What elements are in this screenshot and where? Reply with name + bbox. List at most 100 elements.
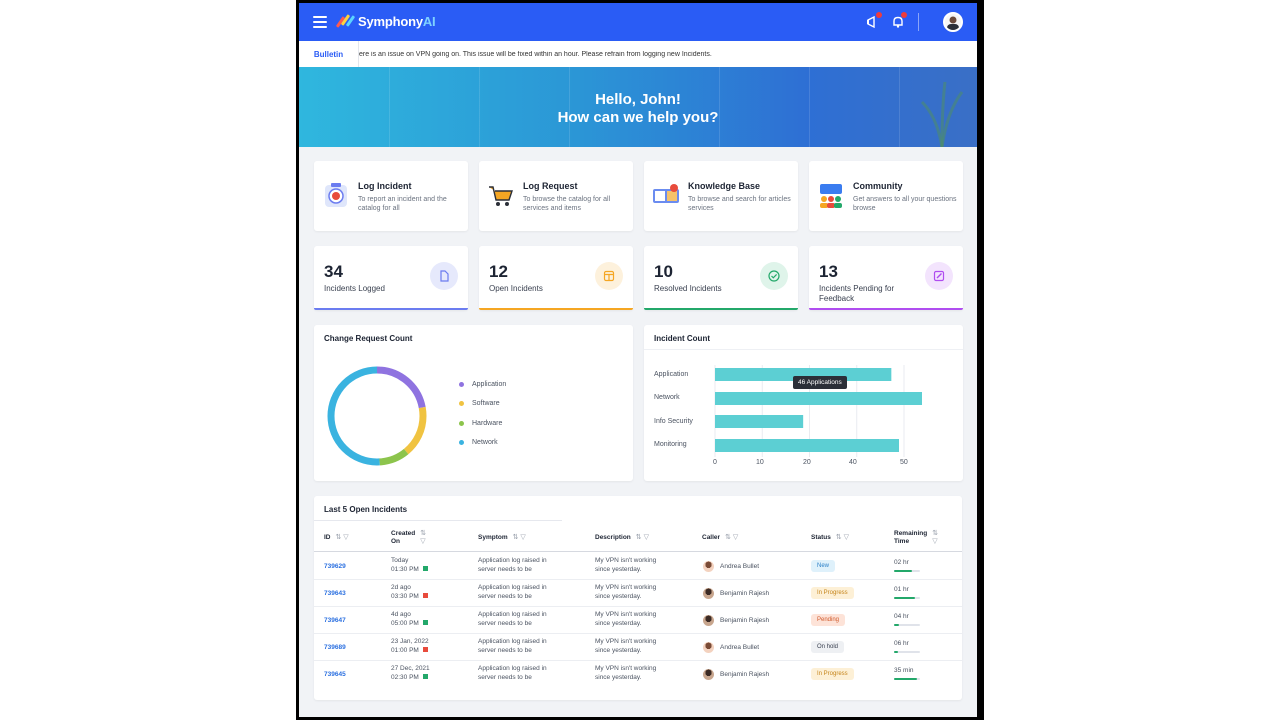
bar-network[interactable]: [715, 392, 922, 405]
symptom-text: Application log raised in server needs t…: [478, 584, 547, 600]
remaining-time: 02 hr: [894, 559, 909, 566]
caller-avatar: [703, 642, 714, 653]
caller-name: Benjamin Rajesh: [720, 671, 770, 678]
document-icon: [430, 262, 458, 290]
stat-open-incidents[interactable]: 12 Open Incidents: [479, 246, 633, 310]
stat-incidents-logged[interactable]: 34 Incidents Logged: [314, 246, 468, 310]
community-card[interactable]: Community Get answers to all your questi…: [809, 161, 963, 231]
qa-desc: To report an incident and the catalog fo…: [358, 196, 447, 212]
donut-chart: [327, 366, 427, 466]
bar-chart: [714, 365, 922, 457]
bar-info-security[interactable]: [715, 415, 804, 428]
incident-id-link[interactable]: 739629: [324, 563, 346, 572]
log-incident-card[interactable]: Log Incident To report an incident and t…: [314, 161, 468, 231]
bar-category-label: Monitoring: [654, 441, 687, 448]
qa-title: Log Request: [523, 181, 578, 191]
symptom-text: Application log raised in server needs t…: [478, 665, 547, 681]
incident-id-link[interactable]: 739645: [324, 671, 346, 680]
legend-software[interactable]: Software: [459, 400, 500, 407]
bell-icon[interactable]: [891, 12, 907, 29]
col-header-created[interactable]: Created On ⇅ ▽: [391, 530, 427, 546]
description-text: My VPN isn't working since yesterday.: [595, 584, 657, 600]
incident-id-link[interactable]: 739643: [324, 590, 346, 599]
col-header-remaining[interactable]: Remaining Time ⇅ ▽: [894, 530, 938, 546]
stat-value: 10: [654, 262, 673, 281]
qa-desc: To browse the catalog for all services a…: [523, 196, 611, 212]
megaphone-icon[interactable]: [866, 12, 882, 29]
created-on: 2d ago 03:30 PM: [391, 584, 428, 601]
stat-underline: [644, 308, 798, 310]
table-row[interactable]: 739629 Today 01:30 PM Application log raise…: [314, 553, 962, 580]
col-header-id[interactable]: ID ⇅ ▽: [324, 534, 349, 542]
qa-desc: To browse and search for articles servic…: [688, 196, 791, 212]
change-request-panel: Change Request Count Application Softwar…: [314, 325, 633, 481]
stat-pending-feedback[interactable]: 13 Incidents Pending for Feedback: [809, 246, 963, 310]
knowledge-icon: [653, 184, 679, 203]
notification-badge: [876, 12, 882, 18]
remaining-progress: [894, 678, 920, 680]
legend-network[interactable]: Network: [459, 439, 498, 446]
col-header-status[interactable]: Status ⇅ ▽: [811, 534, 849, 542]
open-incidents-table: Last 5 Open Incidents ID ⇅ ▽ Created On ⇅ …: [314, 496, 962, 700]
sort-filter-icon: ⇅ ▽: [335, 534, 349, 541]
symptom-text: Application log raised in server needs t…: [478, 638, 547, 654]
portal-app: SymphonyAI Bulletin ere is an issue on V…: [299, 3, 977, 717]
table-row[interactable]: 739647 4d ago 05:00 PM Application log rais…: [314, 607, 962, 634]
remaining-progress: [894, 597, 920, 599]
log-request-card[interactable]: Log Request To browse the catalog for al…: [479, 161, 633, 231]
x-tick: 40: [849, 459, 857, 466]
col-header-description[interactable]: Description ⇅ ▽: [595, 534, 649, 542]
caller-name: Andrea Bullet: [720, 644, 760, 651]
qa-desc: Get answers to all your questions browse: [853, 196, 957, 212]
bar-monitoring[interactable]: [715, 439, 899, 452]
incident-id-link[interactable]: 739647: [324, 617, 346, 626]
sort-filter-icon: ⇅ ▽: [512, 534, 526, 541]
bar-category-label: Network: [654, 394, 680, 401]
remaining-progress: [894, 570, 920, 572]
table-row[interactable]: 739643 2d ago 03:30 PM Application log rais…: [314, 580, 962, 607]
bulletin-text: ere is an issue on VPN going on. This is…: [359, 50, 712, 58]
flag-icon: [422, 647, 428, 653]
remaining-progress: [894, 624, 920, 626]
status-badge: In Progress: [811, 668, 854, 680]
cart-icon: [489, 186, 513, 206]
flag-icon: [422, 566, 428, 572]
col-header-caller[interactable]: Caller ⇅ ▽: [702, 534, 738, 542]
qa-title: Log Incident: [358, 181, 412, 191]
incident-id-link[interactable]: 739689: [324, 644, 346, 653]
stat-underline: [809, 308, 963, 310]
bar-tooltip: 46 Applications: [793, 376, 847, 389]
stat-resolved-incidents[interactable]: 10 Resolved Incidents: [644, 246, 798, 310]
symptom-text: Application log raised in server needs t…: [478, 611, 547, 627]
hero-banner: Hello, John! How can we help you?: [299, 67, 977, 147]
x-tick: 10: [756, 459, 764, 466]
table-row[interactable]: 739645 27 Dec, 2021 02:30 PM Application lo…: [314, 661, 962, 688]
bulletin-bar: Bulletin ere is an issue on VPN going on…: [299, 41, 977, 67]
col-header-symptom[interactable]: Symptom ⇅ ▽: [478, 534, 526, 542]
caller-avatar: [703, 615, 714, 626]
created-on: Today 01:30 PM: [391, 557, 428, 574]
description-text: My VPN isn't working since yesterday.: [595, 611, 657, 627]
status-badge: On hold: [811, 641, 845, 653]
sort-filter-icon: ⇅ ▽: [932, 530, 939, 545]
qa-title: Knowledge Base: [688, 181, 761, 191]
knowledge-base-card[interactable]: Knowledge Base To browse and search for …: [644, 161, 798, 231]
table-row[interactable]: 739689 23 Jan, 2022 01:00 PM Application lo…: [314, 634, 962, 661]
legend-hardware[interactable]: Hardware: [459, 420, 502, 427]
user-avatar[interactable]: [943, 12, 963, 32]
stat-underline: [314, 308, 468, 310]
description-text: My VPN isn't working since yesterday.: [595, 557, 657, 573]
top-bar: SymphonyAI: [299, 3, 977, 41]
bar-category-label: Application: [654, 371, 689, 378]
legend-application[interactable]: Application: [459, 381, 506, 388]
brand-logo[interactable]: SymphonyAI: [335, 13, 436, 29]
description-text: My VPN isn't working since yesterday.: [595, 665, 657, 681]
menu-icon[interactable]: [313, 16, 327, 28]
stat-label: Incidents Logged: [324, 284, 385, 293]
caller-name: Andrea Bullet: [720, 563, 760, 570]
remaining-time: 35 min: [894, 667, 914, 674]
stat-label: Incidents Pending for Feedback: [819, 284, 895, 303]
hero-prompt: How can we help you?: [557, 109, 719, 126]
x-tick: 50: [900, 459, 908, 466]
description-text: My VPN isn't working since yesterday.: [595, 638, 657, 654]
